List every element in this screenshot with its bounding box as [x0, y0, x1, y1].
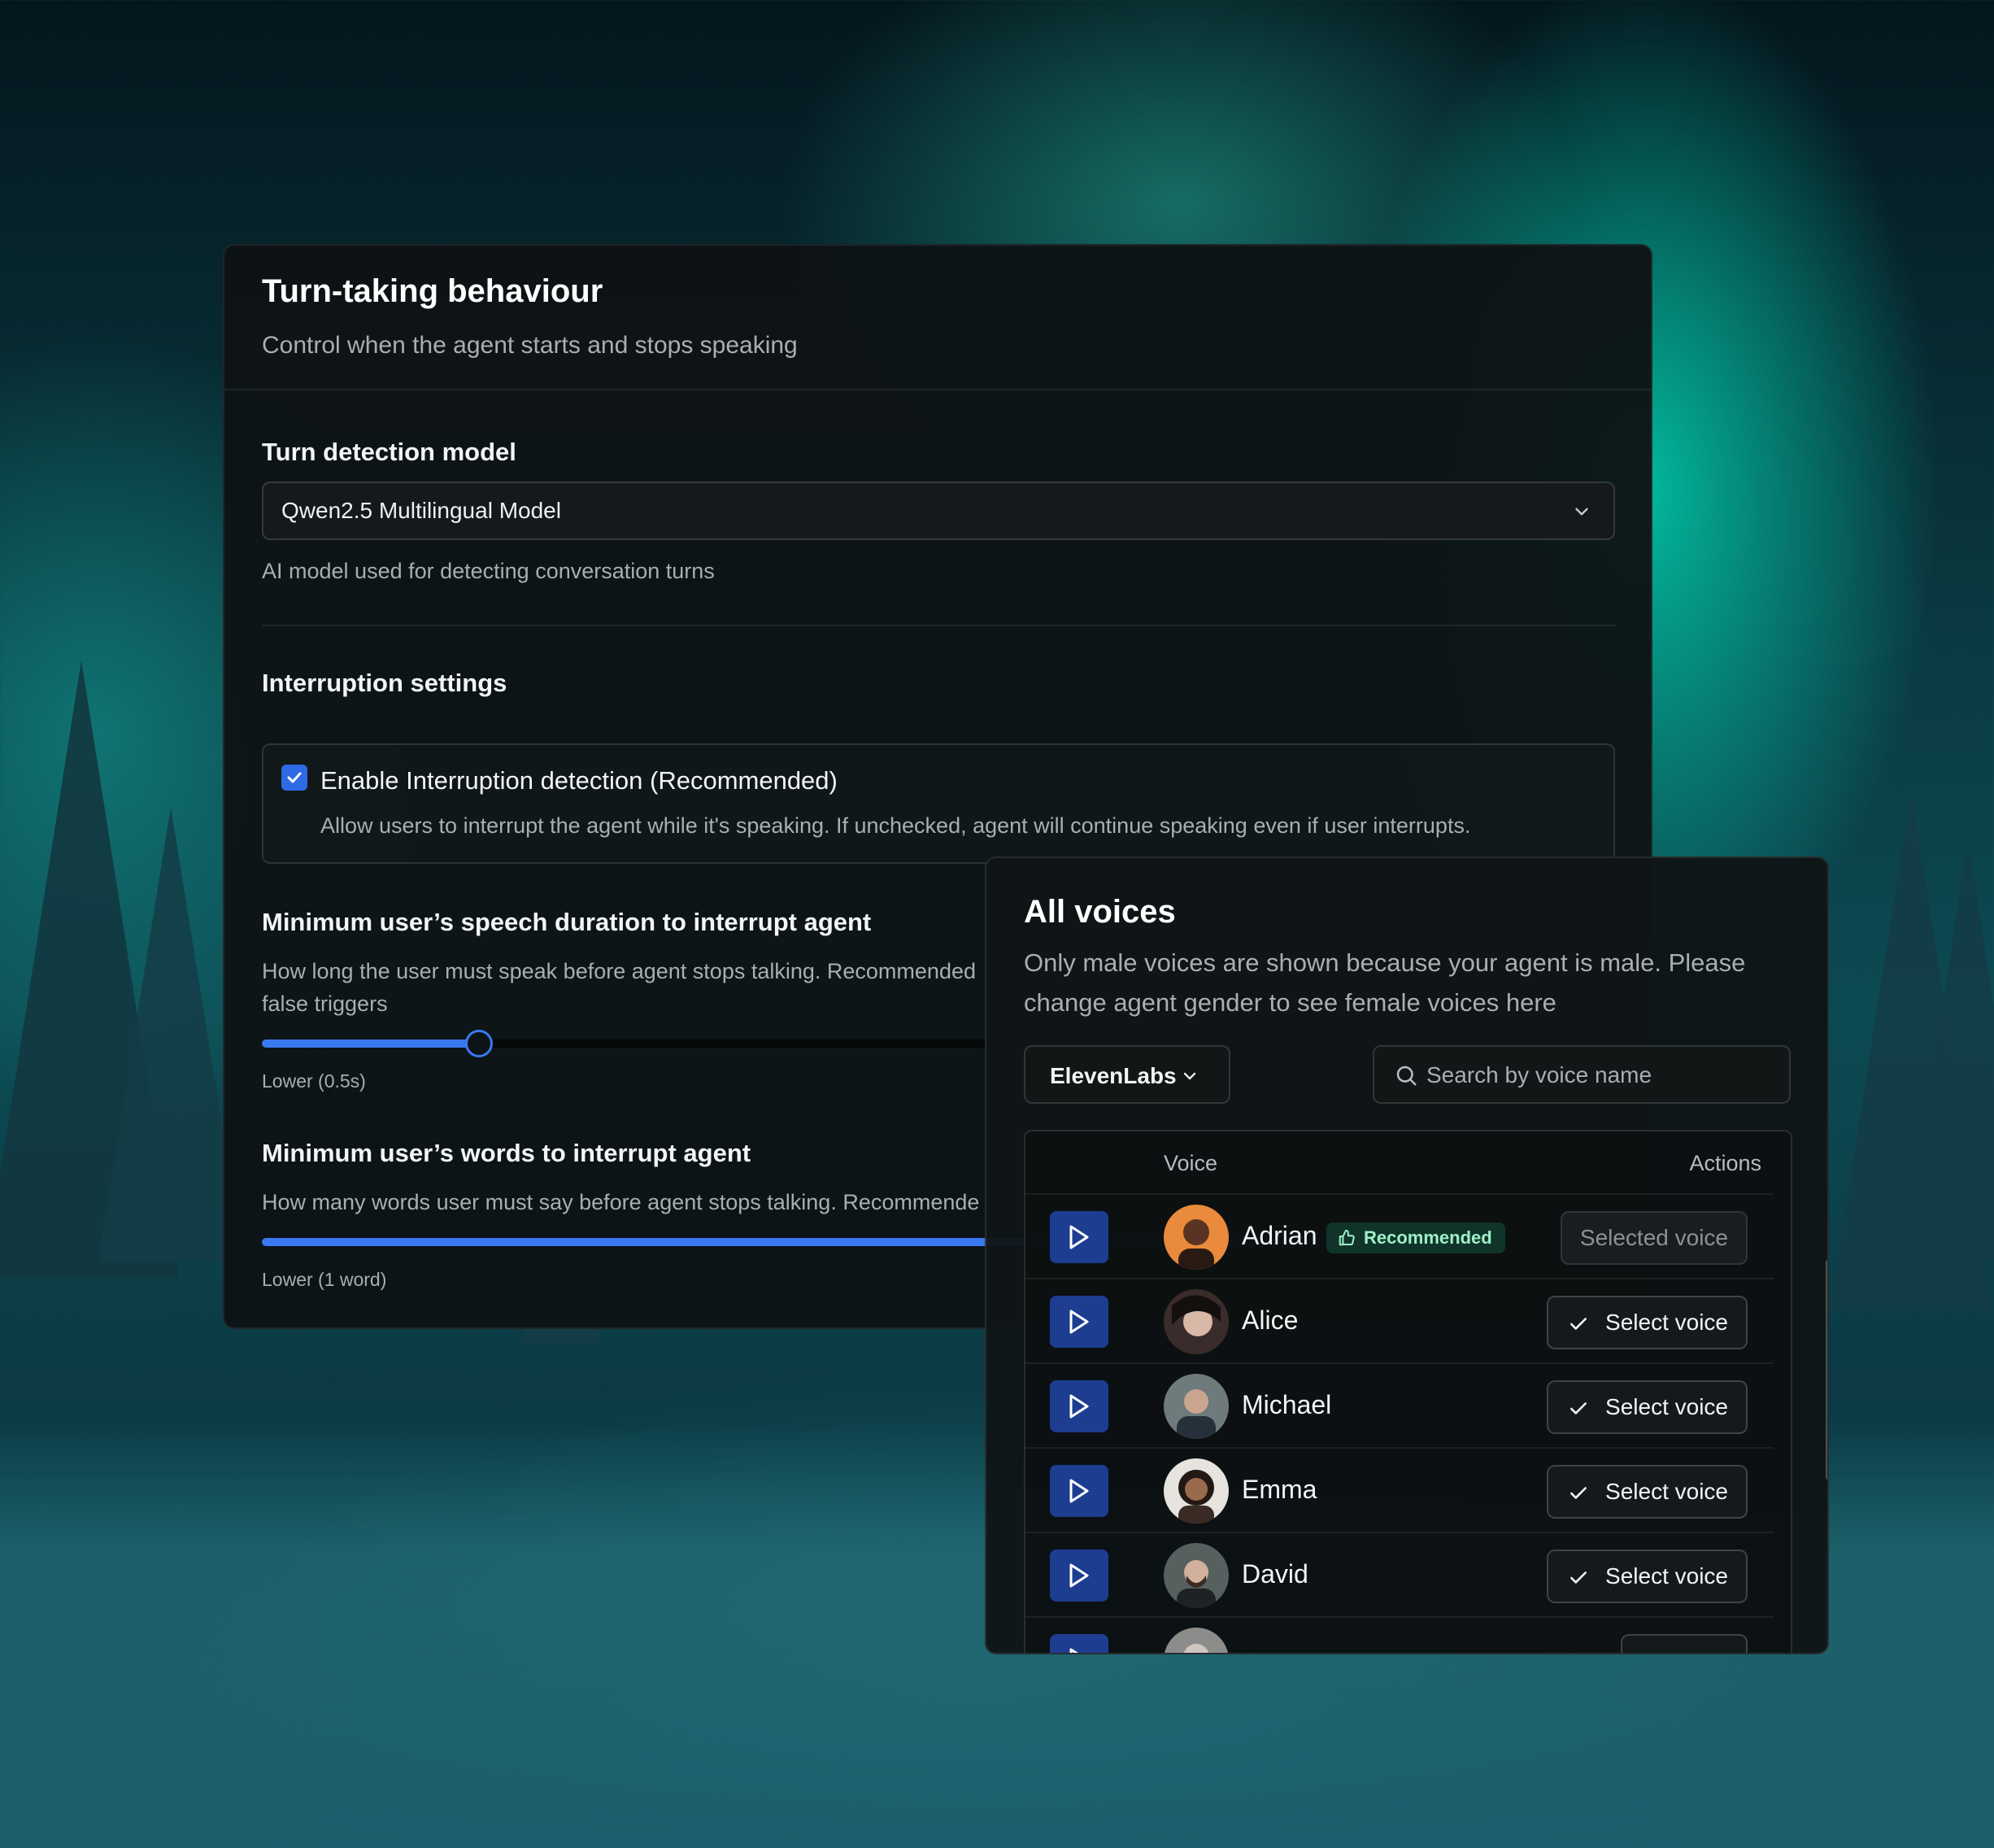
- scrollbar[interactable]: [1826, 1260, 1827, 1480]
- play-button[interactable]: [1050, 1549, 1108, 1602]
- thumbs-up-icon: [1339, 1229, 1355, 1246]
- voices-title: All voices: [1024, 894, 1176, 930]
- avatar: [1164, 1374, 1229, 1439]
- interruption-heading: Interruption settings: [262, 669, 507, 697]
- slider-fill: [262, 1040, 479, 1048]
- voice-search[interactable]: [1373, 1045, 1791, 1104]
- min-words-min-label: Lower (1 word): [262, 1269, 387, 1290]
- min-words-label: Minimum user’s words to interrupt agent: [262, 1139, 751, 1167]
- badge-label: Recommended: [1364, 1227, 1492, 1248]
- voice-row: Adrian Recommended Selected voice: [1025, 1193, 1774, 1279]
- check-icon: [1570, 1571, 1587, 1584]
- tree-shape: [98, 807, 244, 1262]
- voices-table: Voice Actions Adrian Recommended Selecte…: [1024, 1130, 1792, 1653]
- recommended-badge: Recommended: [1326, 1223, 1505, 1253]
- speech-duration-helper: How long the user must speak before agen…: [262, 959, 976, 983]
- select-voice-label: Select voice: [1605, 1479, 1728, 1504]
- avatar: [1164, 1205, 1229, 1270]
- play-icon: [1069, 1225, 1089, 1249]
- column-header-actions: Actions: [1689, 1151, 1761, 1175]
- chevron-down-icon: [1575, 508, 1588, 516]
- select-voice-button[interactable]: Select voice: [1547, 1549, 1748, 1603]
- provider-label: ElevenLabs: [1050, 1063, 1177, 1088]
- tree-shape: [1903, 839, 1994, 1262]
- min-words-helper: How many words user must say before agen…: [262, 1190, 980, 1214]
- play-icon: [1069, 1479, 1089, 1503]
- panel-subtitle: Control when the agent starts and stops …: [262, 332, 798, 359]
- play-icon: [1069, 1394, 1089, 1419]
- interruption-checkbox-label[interactable]: Enable Interruption detection (Recommend…: [320, 766, 838, 795]
- interruption-card: Enable Interruption detection (Recommend…: [262, 743, 1615, 864]
- select-voice-label: Select voice: [1605, 1394, 1728, 1419]
- slider-thumb[interactable]: [465, 1030, 494, 1057]
- play-icon: [1069, 1310, 1089, 1334]
- play-button[interactable]: [1050, 1380, 1108, 1432]
- check-icon: [1570, 1487, 1587, 1499]
- turn-detection-label: Turn detection model: [262, 438, 516, 466]
- voice-name: Emma: [1242, 1475, 1317, 1504]
- play-button[interactable]: [1050, 1465, 1108, 1517]
- voice-name: Michael: [1242, 1390, 1332, 1419]
- speech-duration-min-label: Lower (0.5s): [262, 1070, 366, 1092]
- avatar: [1164, 1289, 1229, 1354]
- play-icon: [1069, 1563, 1089, 1588]
- avatar: [1164, 1628, 1229, 1653]
- column-header-voice: Voice: [1164, 1151, 1218, 1175]
- select-voice-button[interactable]: Select voice: [1547, 1296, 1748, 1349]
- check-icon: [287, 772, 302, 783]
- voice-row: David Select voice: [1025, 1532, 1774, 1618]
- voice-row: Emma Select voice: [1025, 1447, 1774, 1533]
- voice-name: David: [1242, 1559, 1308, 1589]
- turn-detection-value: Qwen2.5 Multilingual Model: [281, 498, 561, 523]
- panel-title: Turn-taking behaviour: [262, 273, 603, 309]
- search-icon: [1396, 1066, 1417, 1086]
- chevron-down-icon: [1183, 1072, 1196, 1080]
- turn-detection-select[interactable]: Qwen2.5 Multilingual Model: [262, 482, 1615, 540]
- voice-name: Adrian: [1242, 1221, 1317, 1250]
- voice-row-partial: [1025, 1616, 1774, 1653]
- voices-description: Only male voices are shown because your …: [1024, 948, 1746, 1017]
- search-input[interactable]: [1425, 1057, 1770, 1094]
- speech-duration-helper-cont: false triggers: [262, 992, 388, 1016]
- select-voice-label: Select voice: [1605, 1310, 1728, 1335]
- play-button[interactable]: [1050, 1296, 1108, 1348]
- turn-detection-helper: AI model used for detecting conversation…: [262, 559, 715, 583]
- check-icon: [1570, 1402, 1587, 1414]
- select-voice-button[interactable]: [1621, 1634, 1748, 1653]
- select-voice-button[interactable]: Select voice: [1547, 1380, 1748, 1434]
- select-voice-label: Select voice: [1605, 1563, 1728, 1589]
- play-button[interactable]: [1050, 1634, 1108, 1653]
- select-voice-button[interactable]: Select voice: [1547, 1465, 1748, 1519]
- selected-voice-button[interactable]: Selected voice: [1560, 1211, 1748, 1265]
- provider-dropdown[interactable]: ElevenLabs: [1024, 1045, 1230, 1104]
- interruption-description: Allow users to interrupt the agent while…: [320, 813, 1471, 838]
- avatar: [1164, 1543, 1229, 1608]
- check-icon: [1570, 1318, 1587, 1330]
- all-voices-panel: All voices Only male voices are shown be…: [985, 856, 1829, 1654]
- speech-duration-label: Minimum user’s speech duration to interr…: [262, 908, 872, 936]
- voice-row: Alice Select voice: [1025, 1278, 1774, 1364]
- play-button[interactable]: [1050, 1211, 1108, 1263]
- avatar: [1164, 1458, 1229, 1523]
- play-icon: [1069, 1648, 1078, 1653]
- panel-header: Turn-taking behaviour Control when the a…: [224, 246, 1651, 390]
- section-divider: [262, 625, 1615, 626]
- interruption-checkbox[interactable]: [281, 765, 307, 791]
- voice-row: Michael Select voice: [1025, 1362, 1774, 1449]
- voice-name: Alice: [1242, 1305, 1299, 1335]
